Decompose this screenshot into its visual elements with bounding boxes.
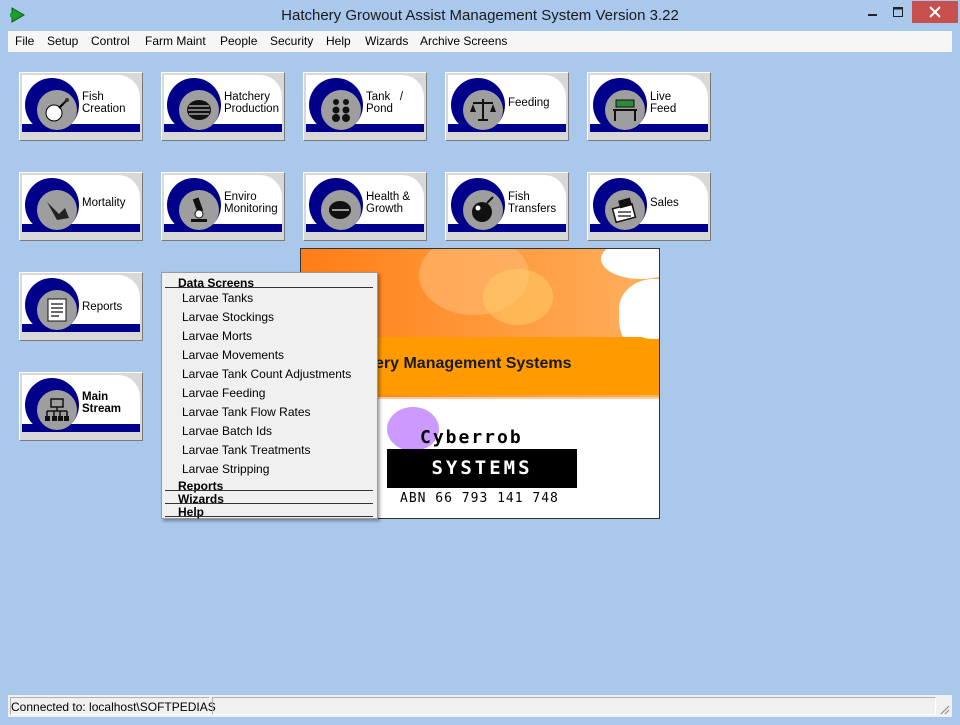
feeding-button[interactable]: Feeding bbox=[445, 72, 569, 141]
transfer-icon bbox=[472, 196, 494, 222]
connection-status: Connected to: localhost\SOFTPEDIAS bbox=[10, 697, 216, 715]
status-panel-empty bbox=[212, 697, 936, 715]
dead-fish-icon bbox=[47, 202, 69, 220]
menu-item-larvae-tank-flow-rates[interactable]: Larvae Tank Flow Rates bbox=[182, 405, 311, 419]
tank-pond-button[interactable]: Tank / Pond bbox=[303, 72, 427, 141]
menu-archive-screens[interactable]: Archive Screens bbox=[420, 34, 507, 48]
menu-item-larvae-tank-count-adjustments[interactable]: Larvae Tank Count Adjustments bbox=[182, 367, 351, 381]
reports-dropdown-menu: Data Screens Larvae Tanks Larvae Stockin… bbox=[161, 272, 378, 519]
menu-item-larvae-stockings[interactable]: Larvae Stockings bbox=[182, 310, 274, 324]
menu-file[interactable]: File bbox=[15, 34, 34, 48]
menu-item-larvae-tanks[interactable]: Larvae Tanks bbox=[182, 291, 253, 305]
menu-item-larvae-batch-ids[interactable]: Larvae Batch Ids bbox=[182, 424, 272, 438]
microscope-icon bbox=[191, 197, 207, 222]
splash-title: tchery Management Systems bbox=[351, 355, 572, 372]
menu-item-larvae-morts[interactable]: Larvae Morts bbox=[182, 329, 252, 343]
main-stream-button[interactable]: Main Stream bbox=[19, 372, 143, 441]
enviro-monitoring-button[interactable]: Enviro Monitoring bbox=[161, 172, 285, 241]
fish-creation-button[interactable]: Fish Creation bbox=[19, 72, 143, 141]
menu-farm-maint[interactable]: Farm Maint bbox=[145, 34, 206, 48]
menu-bar: File Setup Control Farm Maint People Sec… bbox=[8, 31, 952, 52]
menu-setup[interactable]: Setup bbox=[47, 34, 78, 48]
table-icon bbox=[613, 99, 637, 121]
close-icon bbox=[929, 6, 941, 18]
fish-transfers-button[interactable]: Fish Transfers bbox=[445, 172, 569, 241]
systems-label: SYSTEMS bbox=[431, 457, 533, 479]
window-title: Hatchery Growout Assist Management Syste… bbox=[281, 7, 679, 24]
company-name: Cyberrob bbox=[420, 427, 523, 448]
reports-button[interactable]: Reports bbox=[19, 272, 143, 341]
resize-grip-icon[interactable] bbox=[938, 703, 950, 715]
main-area: Fish Creation Hatchery Production Tank / Po… bbox=[8, 52, 952, 695]
menu-wizards[interactable]: Wizards bbox=[365, 34, 408, 48]
minimize-button[interactable] bbox=[860, 1, 884, 23]
menu-control[interactable]: Control bbox=[91, 34, 130, 48]
status-bar: Connected to: localhost\SOFTPEDIAS bbox=[8, 695, 952, 717]
title-bar[interactable]: Hatchery Growout Assist Management Syste… bbox=[0, 0, 960, 31]
hierarchy-icon bbox=[45, 398, 69, 421]
tanks-icon bbox=[332, 99, 350, 122]
hatchery-production-button[interactable]: Hatchery Production bbox=[161, 72, 285, 141]
scale-icon bbox=[470, 99, 496, 121]
abn-number: ABN 66 793 141 748 bbox=[400, 491, 559, 506]
basket-icon bbox=[187, 100, 211, 120]
sales-button[interactable]: Sales bbox=[587, 172, 711, 241]
health-growth-button[interactable]: Health & Growth bbox=[303, 172, 427, 241]
menu-item-larvae-tank-treatments[interactable]: Larvae Tank Treatments bbox=[182, 443, 311, 457]
fish-hook-icon bbox=[45, 98, 69, 122]
menu-help[interactable]: Help bbox=[326, 34, 351, 48]
maximize-button[interactable] bbox=[886, 1, 910, 23]
close-button[interactable] bbox=[912, 1, 958, 23]
mortality-button[interactable]: Mortality bbox=[19, 172, 143, 241]
report-icon bbox=[47, 298, 67, 322]
menu-people[interactable]: People bbox=[220, 34, 257, 48]
menu-security[interactable]: Security bbox=[270, 34, 313, 48]
menu-item-larvae-feeding[interactable]: Larvae Feeding bbox=[182, 386, 265, 400]
fish-icon bbox=[329, 201, 351, 219]
live-feed-button[interactable]: Live Feed bbox=[587, 72, 711, 141]
menu-item-larvae-stripping[interactable]: Larvae Stripping bbox=[182, 462, 269, 476]
cash-register-icon bbox=[611, 197, 637, 224]
menu-item-larvae-movements[interactable]: Larvae Movements bbox=[182, 348, 284, 362]
app-window: Hatchery Growout Assist Management Syste… bbox=[0, 0, 960, 725]
